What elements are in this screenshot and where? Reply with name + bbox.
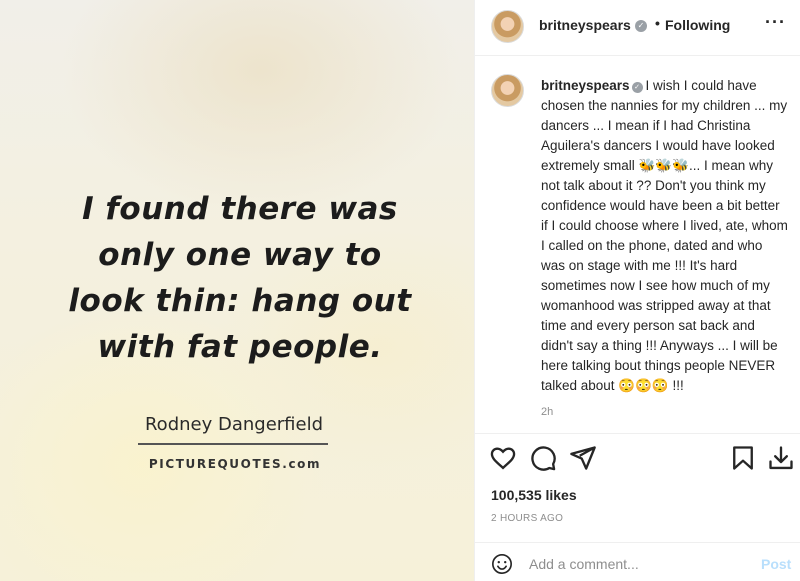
caption-timestamp[interactable]: 2h [541, 406, 553, 418]
quote-text: I found there was only one way to look t… [40, 186, 440, 370]
bookmark-icon[interactable] [729, 444, 757, 472]
more-options-icon[interactable]: ··· [765, 12, 786, 33]
verified-badge-icon: ✓ [631, 82, 643, 93]
quote-line: only one way to [98, 237, 382, 273]
avatar[interactable] [491, 10, 524, 43]
following-button[interactable]: Following [665, 17, 730, 33]
action-bar [475, 442, 800, 478]
verified-badge-icon: ✓ [635, 20, 647, 32]
watermark: PICTUREQUOTES.com [148, 457, 322, 471]
quote-line: with fat people. [97, 329, 383, 365]
post-side-panel: britneyspears ✓ • Following ··· britneys… [474, 0, 800, 581]
comment-bar: Post [475, 542, 800, 581]
caption-section: britneyspears ✓ I wish I could have chosen… [475, 56, 800, 434]
comment-input[interactable] [529, 554, 739, 574]
quote-author: Rodney Dangerfield [144, 414, 324, 435]
post-header: britneyspears ✓ • Following ··· [475, 0, 800, 56]
post-image[interactable]: I found there was only one way to look t… [0, 0, 474, 581]
header-username[interactable]: britneyspears [539, 17, 631, 33]
like-count[interactable]: 100,535 likes [491, 487, 577, 503]
separator: • [655, 15, 660, 31]
caption: britneyspears ✓ I wish I could have chosen… [541, 76, 789, 396]
caption-username[interactable]: britneyspears [541, 78, 630, 93]
download-icon[interactable] [767, 444, 795, 472]
quote-line: I found there was [82, 191, 398, 227]
post-button[interactable]: Post [761, 556, 791, 572]
author-divider [138, 443, 328, 445]
emoji-icon[interactable] [491, 553, 513, 575]
comment-icon[interactable] [529, 444, 557, 472]
share-icon[interactable] [569, 444, 597, 472]
quote-line: look thin: hang out [68, 283, 412, 319]
heart-icon[interactable] [489, 444, 517, 472]
avatar[interactable] [491, 74, 524, 107]
caption-text: I wish I could have chosen the nannies f… [541, 78, 788, 393]
post-timestamp[interactable]: 2 HOURS AGO [491, 513, 563, 524]
